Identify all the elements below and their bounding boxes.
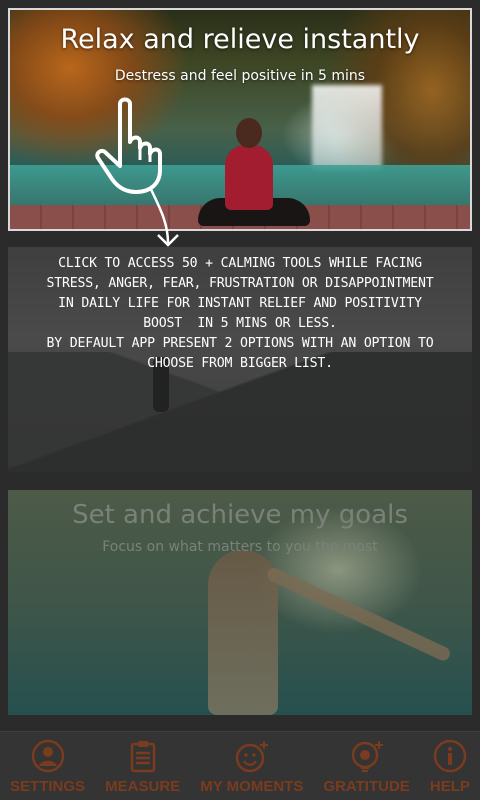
nav-label-measure: MEASURE xyxy=(105,778,181,795)
nav-measure[interactable]: MEASURE xyxy=(95,732,190,800)
relax-card[interactable]: Relax and relieve instantly Destress and… xyxy=(8,8,472,231)
nav-my-moments[interactable]: MY MOMENTS xyxy=(190,732,313,800)
goals-card-title: Set and achieve my goals xyxy=(72,500,408,530)
tutorial-tooltip: CLICK TO ACCESS 50 + CALMING TOOLS WHILE… xyxy=(8,248,472,380)
tooltip-line: STRESS, ANGER, FEAR, FRUSTRATION OR DISA… xyxy=(46,276,434,291)
meditating-person-body xyxy=(225,145,273,210)
bottom-navigation: SETTINGS MEASURE MY MOMENTS GRATITUDE HE… xyxy=(0,731,480,800)
waterfall-image xyxy=(312,85,382,170)
meditating-person-head xyxy=(236,118,262,148)
tooltip-line: BY DEFAULT APP PRESENT 2 OPTIONS WITH AN… xyxy=(46,336,434,351)
clipboard-icon xyxy=(130,741,155,773)
nav-settings[interactable]: SETTINGS xyxy=(0,732,95,800)
hand-pointer-icon xyxy=(95,97,162,194)
smiley-plus-icon xyxy=(235,741,268,773)
nav-help[interactable]: HELP xyxy=(420,732,480,800)
tooltip-line: BOOST IN 5 MINS OR LESS. xyxy=(143,316,337,331)
relax-card-title: Relax and relieve instantly xyxy=(60,24,420,55)
tooltip-line: IN DAILY LIFE FOR INSTANT RELIEF AND POS… xyxy=(58,296,422,311)
nav-gratitude[interactable]: GRATITUDE xyxy=(313,732,419,800)
nav-label-help: HELP xyxy=(429,778,470,795)
tooltip-line: CHOOSE FROM BIGGER LIST. xyxy=(147,356,333,371)
outstretched-arm-image xyxy=(265,565,453,663)
info-icon xyxy=(433,739,467,773)
arrow-icon xyxy=(148,186,179,247)
tooltip-line: CLICK TO ACCESS 50 + CALMING TOOLS WHILE… xyxy=(58,256,422,271)
goals-card-subtitle: Focus on what matters to you the most xyxy=(102,539,378,555)
lightbulb-plus-icon xyxy=(351,741,383,773)
nav-label-gratitude: GRATITUDE xyxy=(323,778,410,795)
nav-label-my-moments: MY MOMENTS xyxy=(200,778,304,795)
person-icon xyxy=(31,739,64,773)
relax-card-subtitle: Destress and feel positive in 5 mins xyxy=(114,68,366,84)
goals-card[interactable]: Set and achieve my goals Focus on what m… xyxy=(8,490,472,715)
nav-label-settings: SETTINGS xyxy=(10,778,86,795)
